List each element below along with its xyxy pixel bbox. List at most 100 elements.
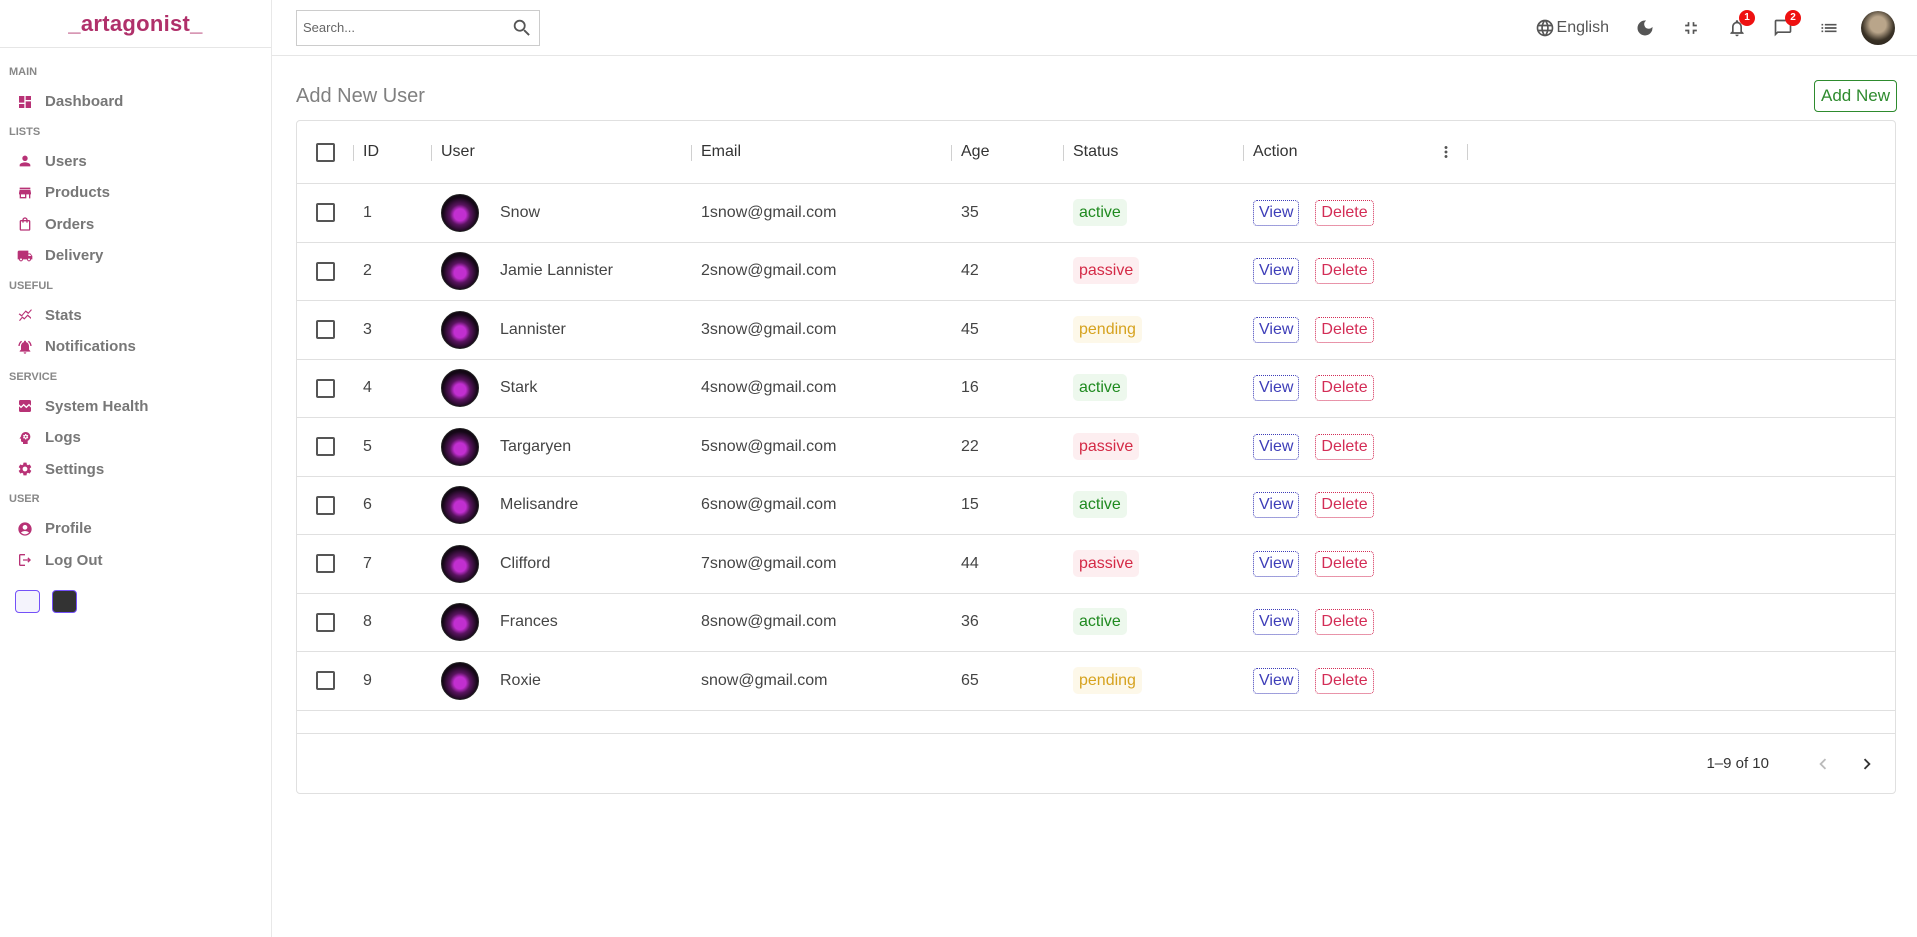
- delete-button[interactable]: Delete: [1315, 609, 1374, 636]
- add-new-button[interactable]: Add New: [1814, 80, 1897, 112]
- column-header-age[interactable]: Age: [951, 143, 1063, 161]
- row-checkbox[interactable]: [315, 261, 335, 281]
- sidebar-item-products[interactable]: Products: [9, 177, 271, 209]
- cell-status: passive: [1063, 549, 1243, 577]
- row-checkbox[interactable]: [315, 495, 335, 515]
- next-page-button[interactable]: [1853, 750, 1881, 778]
- user-avatar-image: [441, 310, 479, 349]
- sidebar-item-delivery[interactable]: Delivery: [9, 240, 271, 272]
- theme-option-dark[interactable]: [52, 590, 77, 613]
- view-button[interactable]: View: [1253, 258, 1300, 285]
- sidebar-item-log-out[interactable]: Log Out: [9, 545, 271, 577]
- view-button[interactable]: View: [1253, 316, 1300, 343]
- sidebar-item-settings[interactable]: Settings: [9, 454, 271, 486]
- row-checkbox[interactable]: [315, 612, 335, 632]
- delete-button[interactable]: Delete: [1315, 667, 1374, 694]
- cell-user: Targaryen: [431, 427, 691, 466]
- view-button[interactable]: View: [1253, 609, 1300, 636]
- search-box: [296, 9, 540, 46]
- sidebar: _artagonist_ MAIN Dashboard LISTS Users Prod…: [0, 0, 272, 937]
- bag-icon: [17, 216, 33, 232]
- nav-section-title: LISTS: [9, 125, 41, 138]
- table-row[interactable]: 1 Snow 1snow@gmail.com 35 active View Delete: [297, 184, 1895, 243]
- cell-id: 8: [363, 613, 372, 631]
- view-button[interactable]: View: [1253, 667, 1300, 694]
- delete-button[interactable]: Delete: [1315, 316, 1374, 343]
- theme-options: [9, 590, 271, 613]
- delete-button[interactable]: Delete: [1315, 258, 1374, 285]
- cell-action: View Delete: [1243, 609, 1467, 636]
- sidebar-item-dashboard[interactable]: Dashboard: [9, 86, 271, 118]
- row-checkbox[interactable]: [315, 554, 335, 574]
- row-checkbox-cell: [297, 203, 353, 223]
- cell-id: 1: [363, 203, 372, 221]
- cell-status: pending: [1063, 666, 1243, 694]
- row-checkbox[interactable]: [315, 437, 335, 457]
- user-name: Clifford: [500, 554, 551, 572]
- logo[interactable]: _artagonist_: [68, 11, 202, 37]
- user-avatar[interactable]: [1861, 10, 1895, 45]
- sidebar-item-label: Users: [45, 152, 87, 170]
- view-button[interactable]: View: [1253, 199, 1300, 226]
- table-row[interactable]: 3 Lannister 3snow@gmail.com 45 pending View De…: [297, 301, 1895, 360]
- table-row[interactable]: 2 Jamie Lannister 2snow@gmail.com 42 passive…: [297, 243, 1895, 301]
- table-row[interactable]: 9 Roxie snow@gmail.com 65 pending View Delete: [297, 652, 1895, 711]
- delete-button[interactable]: Delete: [1315, 433, 1374, 460]
- delete-button[interactable]: Delete: [1315, 375, 1374, 402]
- view-button[interactable]: View: [1253, 492, 1300, 519]
- column-header-status[interactable]: Status: [1063, 143, 1243, 161]
- row-checkbox[interactable]: [315, 203, 335, 223]
- sidebar-item-profile[interactable]: Profile: [9, 513, 271, 545]
- gear-icon: [17, 461, 33, 477]
- column-header-user[interactable]: User: [431, 143, 691, 161]
- table-row[interactable]: 8 Frances 8snow@gmail.com 36 active View Delet…: [297, 594, 1895, 652]
- user-name: Frances: [500, 613, 558, 631]
- column-header-email[interactable]: Email: [691, 143, 951, 161]
- prev-page-button[interactable]: [1809, 750, 1837, 778]
- sidebar-item-label: Logs: [45, 429, 81, 447]
- fullscreen-exit-button[interactable]: [1681, 18, 1701, 38]
- row-checkbox[interactable]: [315, 320, 335, 340]
- sidebar-item-system-health[interactable]: System Health: [9, 391, 271, 423]
- messages-button[interactable]: 2: [1773, 9, 1801, 38]
- nav-section-title: SERVICE: [9, 370, 58, 383]
- nav-section-lists: LISTS Users Products Orders Delivery: [9, 126, 271, 272]
- table-row[interactable]: 4 Stark 4snow@gmail.com 16 active View Delete: [297, 360, 1895, 418]
- nav-section-main: MAIN Dashboard: [9, 66, 271, 118]
- column-separator: [1467, 144, 1468, 160]
- cell-action: View Delete: [1243, 258, 1467, 285]
- language-selector[interactable]: English: [1535, 18, 1609, 38]
- cell-status: active: [1063, 491, 1243, 519]
- select-all-checkbox[interactable]: [315, 142, 335, 162]
- search-input[interactable]: [303, 20, 511, 35]
- view-button[interactable]: View: [1253, 375, 1300, 402]
- sidebar-item-users[interactable]: Users: [9, 146, 271, 178]
- sidebar-item-stats[interactable]: Stats: [9, 300, 271, 332]
- view-button[interactable]: View: [1253, 550, 1300, 577]
- row-checkbox[interactable]: [315, 671, 335, 691]
- view-button[interactable]: View: [1253, 433, 1300, 460]
- table-row[interactable]: 7 Clifford 7snow@gmail.com 44 passive View Del…: [297, 535, 1895, 594]
- column-header-action[interactable]: Action: [1243, 143, 1467, 161]
- sidebar-item-orders[interactable]: Orders: [9, 209, 271, 241]
- theme-option-light[interactable]: [15, 590, 40, 613]
- notifications-button[interactable]: 1: [1727, 9, 1755, 38]
- row-checkbox[interactable]: [315, 378, 335, 398]
- dark-mode-toggle[interactable]: [1635, 18, 1655, 38]
- table-row[interactable]: 6 Melisandre 6snow@gmail.com 15 active View De…: [297, 477, 1895, 535]
- search-icon[interactable]: [511, 17, 533, 39]
- content: Add New User Add New ID User Email Age S…: [272, 56, 1917, 794]
- cell-action: View Delete: [1243, 316, 1467, 343]
- table-row[interactable]: 5 Targaryen 5snow@gmail.com 22 passive View De…: [297, 418, 1895, 477]
- sidebar-item-logs[interactable]: Logs: [9, 422, 271, 454]
- sidebar-item-label: Delivery: [45, 247, 104, 265]
- cell-age: 15: [961, 496, 979, 514]
- delete-button[interactable]: Delete: [1315, 199, 1374, 226]
- cell-user: Jamie Lannister: [431, 252, 691, 291]
- delete-button[interactable]: Delete: [1315, 492, 1374, 519]
- column-header-id[interactable]: ID: [353, 143, 431, 161]
- column-menu-icon[interactable]: [1437, 143, 1455, 161]
- list-menu-button[interactable]: [1819, 18, 1839, 38]
- sidebar-item-notifications[interactable]: Notifications: [9, 331, 271, 363]
- delete-button[interactable]: Delete: [1315, 550, 1374, 577]
